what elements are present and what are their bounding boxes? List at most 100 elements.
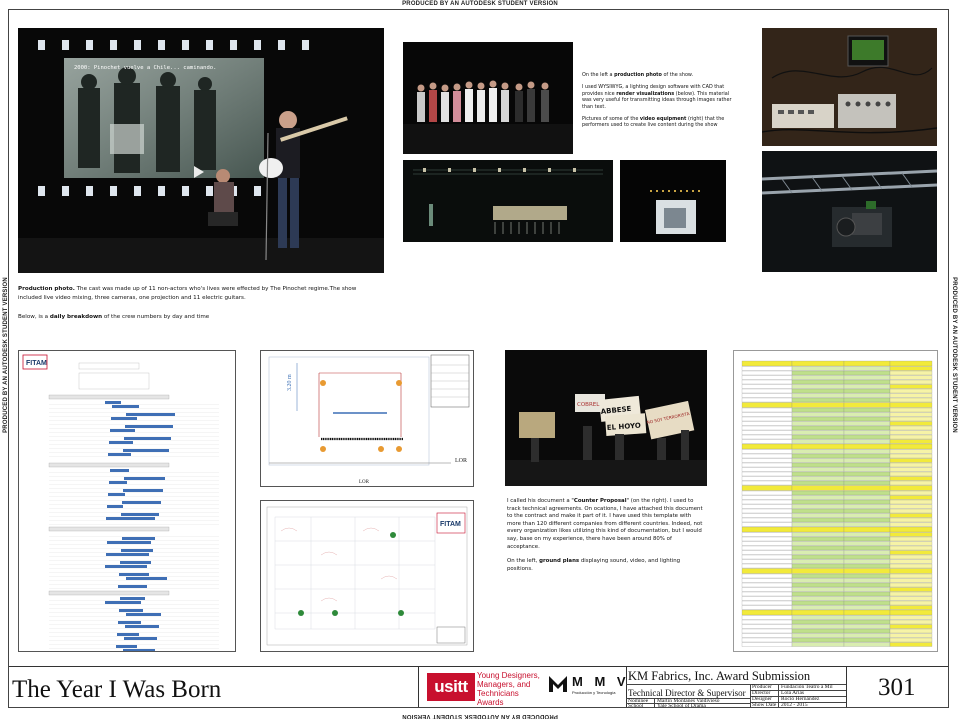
counter-cell xyxy=(791,573,845,579)
schedule-bar xyxy=(123,449,169,452)
counter-cell xyxy=(741,379,793,385)
counter-cell xyxy=(741,449,793,454)
counter-cell xyxy=(791,517,845,523)
counter-cell xyxy=(843,370,891,376)
schedule-bar xyxy=(125,625,159,628)
counter-cell xyxy=(791,375,845,380)
counter-cell xyxy=(843,407,891,413)
counter-cell xyxy=(791,471,845,477)
counter-cell xyxy=(741,490,793,496)
counter-cell xyxy=(741,628,793,634)
counter-cell xyxy=(791,605,845,610)
award-program: Young Designers, Managers, and Technicia… xyxy=(477,671,540,707)
counter-cell xyxy=(889,434,933,440)
counter-cell xyxy=(843,624,891,629)
counter-cell xyxy=(889,407,933,413)
plate-number: 301 xyxy=(878,674,916,701)
lor-label-right: LOR xyxy=(455,458,467,464)
counter-cell xyxy=(791,476,845,481)
counter-cell xyxy=(843,467,891,472)
counter-cell xyxy=(889,397,933,403)
counter-cell xyxy=(843,425,891,431)
counter-cell xyxy=(843,615,891,620)
counter-cell xyxy=(791,628,845,634)
counter-cell xyxy=(791,522,845,527)
counter-cell xyxy=(889,615,933,620)
side-caption-p2: I used WYSIWYG, a lighting design softwa… xyxy=(582,84,732,110)
counter-cell xyxy=(889,550,933,555)
counter-cell xyxy=(791,609,845,616)
counter-cell xyxy=(741,485,793,491)
counter-cell xyxy=(889,384,933,389)
schedule-header xyxy=(48,394,170,400)
schedule-bar xyxy=(122,501,161,504)
counter-cell xyxy=(843,526,891,533)
schedule-bar xyxy=(123,489,163,492)
counter-cell xyxy=(741,637,793,643)
counter-cell xyxy=(889,532,933,537)
counter-cell xyxy=(889,596,933,601)
counter-cell xyxy=(843,430,891,435)
counter-cell xyxy=(843,508,891,514)
counter-cell xyxy=(889,563,933,569)
counter-cell xyxy=(741,393,793,398)
counter-cell xyxy=(791,397,845,403)
counter-cell xyxy=(791,642,845,647)
counter-cell xyxy=(843,642,891,647)
counter-cell xyxy=(791,412,845,417)
counter-cell xyxy=(791,449,845,454)
counter-cell xyxy=(791,563,845,569)
lor-label-bottom: LOR xyxy=(359,480,370,485)
counter-cell xyxy=(889,425,933,431)
watermark-top: PRODUCED BY AN AUTODESK STUDENT VERSION xyxy=(402,1,558,7)
counter-cell xyxy=(843,402,891,408)
counter-cell xyxy=(843,587,891,592)
counter-cell xyxy=(791,619,845,625)
render-visualization-projection xyxy=(620,160,726,242)
counter-cell xyxy=(843,559,891,564)
production-photo: 2000: Pinochet vuelve a Chile... caminan… xyxy=(18,28,384,273)
counter-cell xyxy=(889,587,933,592)
counter-cell xyxy=(741,495,793,500)
counter-cell xyxy=(791,490,845,496)
counter-cell xyxy=(741,633,793,638)
counter-cell xyxy=(843,485,891,491)
counter-cell xyxy=(791,504,845,509)
counter-cell xyxy=(741,504,793,509)
counter-cell xyxy=(889,467,933,472)
counter-cell xyxy=(791,545,845,551)
counter-cell xyxy=(843,379,891,385)
counter-cell xyxy=(791,541,845,546)
counter-cell xyxy=(889,545,933,551)
side-caption-p3: Pictures of some of the video equipment … xyxy=(582,116,725,129)
schedule-bar xyxy=(109,441,133,444)
schedule-bar xyxy=(121,549,153,552)
schedule-bar xyxy=(111,417,137,420)
counter-cell xyxy=(843,443,891,450)
watermark-bottom: PRODUCED BY AN AUTODESK STUDENT VERSION xyxy=(402,713,558,719)
counter-cell xyxy=(889,582,933,588)
counter-cell xyxy=(889,609,933,616)
schedule-bar xyxy=(109,481,127,484)
counter-cell xyxy=(791,430,845,435)
counter-cell xyxy=(843,360,891,367)
counter-cell xyxy=(791,462,845,468)
counter-cell xyxy=(741,476,793,481)
counter-cell xyxy=(791,467,845,472)
counter-cell xyxy=(889,526,933,533)
counter-cell xyxy=(791,532,845,537)
counter-cell xyxy=(843,619,891,625)
schedule-bar xyxy=(119,609,143,612)
counter-cell xyxy=(843,633,891,638)
counter-cell xyxy=(889,633,933,638)
schedule-bar xyxy=(110,429,135,432)
counter-cell xyxy=(791,480,845,486)
schedule-bar xyxy=(125,425,173,428)
counter-cell xyxy=(791,384,845,389)
counter-cell xyxy=(889,637,933,643)
counter-cell xyxy=(843,536,891,542)
counter-cell xyxy=(843,513,891,518)
counter-cell xyxy=(889,476,933,481)
protest-photo: COBRELE ABBESE EL HOYO NO SOY TERRORISTA xyxy=(505,350,707,486)
counter-cell xyxy=(843,471,891,477)
